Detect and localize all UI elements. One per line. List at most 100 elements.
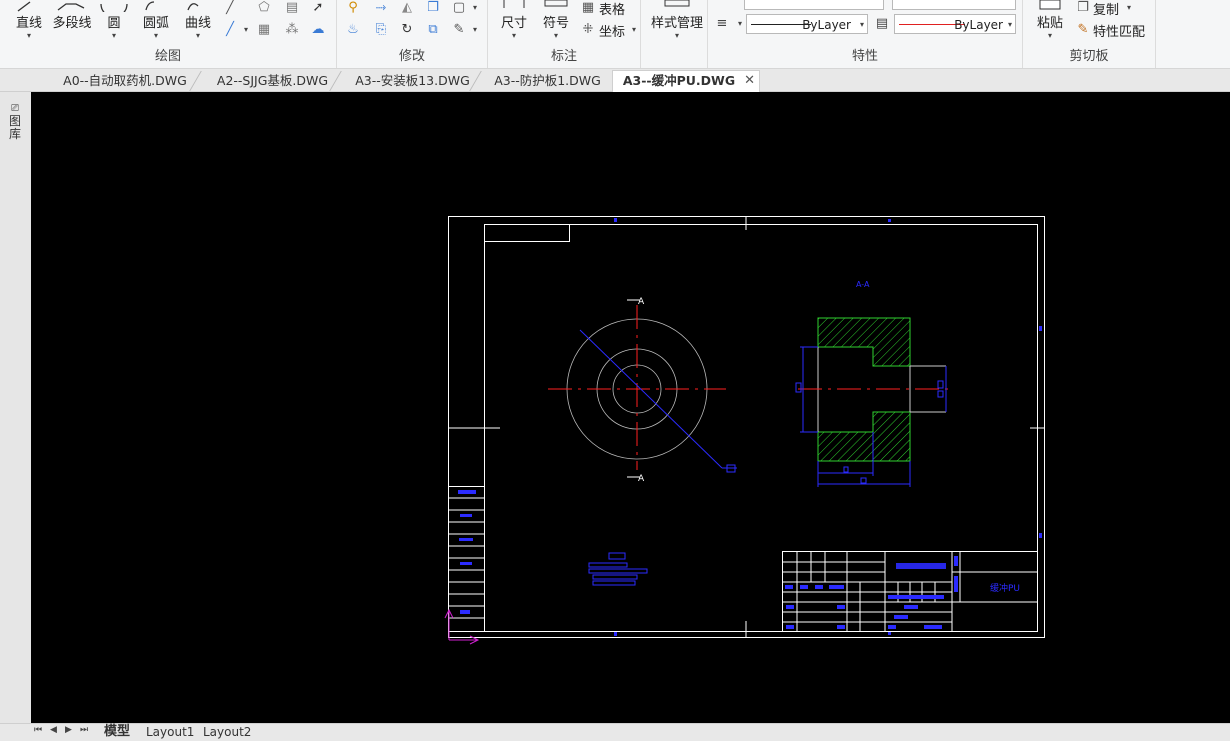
match-properties-label[interactable]: 特性匹配 — [1093, 21, 1145, 40]
table-label[interactable]: 表格 — [599, 0, 625, 18]
dim-text-right — [937, 380, 944, 389]
tab-model[interactable]: 模型 — [104, 724, 130, 740]
tab-auto-dispenser[interactable]: A0--自动取药机.DWG — [50, 71, 200, 91]
paste-dropdown-icon[interactable]: ▾ — [1031, 31, 1069, 41]
edit-icon[interactable]: ✎ — [451, 22, 467, 38]
linetype-combo[interactable]: ByLayer ▾ — [746, 14, 868, 34]
rectangle-dropdown-icon[interactable]: ▾ — [467, 0, 483, 16]
line-button[interactable]: 直线 ▾ — [10, 0, 48, 41]
boundary-icon[interactable]: ⁂ — [284, 22, 300, 38]
hatch-bottom — [817, 411, 911, 462]
tab-buffer-pu[interactable]: A3--缓冲PU.DWG ✕ — [612, 70, 760, 92]
tab-layout1[interactable]: Layout1 — [146, 724, 194, 740]
symbol-label: 符号 — [542, 16, 569, 31]
rotate-icon[interactable]: ↻ — [399, 22, 415, 38]
circle-button[interactable]: 圆 ▾ — [98, 0, 130, 41]
copy-label[interactable]: 复制 — [1093, 0, 1119, 18]
construction-line-icon[interactable]: ╱ — [222, 22, 238, 38]
trim-icon[interactable]: ⤑ — [373, 0, 389, 16]
ray-icon[interactable]: ➚ — [310, 0, 326, 16]
color-combo[interactable] — [744, 0, 884, 10]
array-icon[interactable]: ⧉ — [425, 22, 441, 38]
border-marks — [614, 218, 1042, 636]
arc-button[interactable]: 圆弧 ▾ — [138, 0, 174, 41]
circle-icon — [98, 0, 130, 18]
tab-layout2[interactable]: Layout2 — [203, 724, 251, 740]
lineweight-value: ByLayer — [954, 18, 1003, 32]
line-dropdown-icon[interactable]: ▾ — [10, 31, 48, 41]
next-layout-icon[interactable]: ▶ — [65, 725, 72, 735]
dim-text-left — [795, 382, 802, 393]
copy-icon[interactable]: ❐ — [1075, 0, 1091, 16]
clipboard-group: 粘贴 ▾ ❐ 复制 ▾ ✎ 特性匹配 剪切板 — [1023, 0, 1156, 68]
tab-guard-plate[interactable]: A3--防护板1.DWG — [485, 71, 610, 91]
ucs-icon — [444, 608, 480, 645]
drawing-svg[interactable]: A A A-A 缓冲PU — [31, 92, 1230, 723]
move-icon[interactable]: ⚲ — [345, 0, 361, 16]
annotate-group: 尺寸 ▾ 符号 ▾ ▦ 表格 ⁜ 坐标 ▾ 标注 — [488, 0, 641, 68]
dimension-label: 尺寸 — [500, 16, 527, 31]
curve-button[interactable]: 曲线 ▾ — [180, 0, 216, 41]
leader-line — [579, 329, 723, 469]
polyline-button[interactable]: 多段线 — [50, 0, 94, 31]
scale-icon[interactable]: ⎘ — [373, 22, 389, 38]
drawing-canvas[interactable]: A A A-A 缓冲PU — [31, 92, 1230, 723]
style-dropdown-icon[interactable]: ▾ — [647, 31, 707, 41]
linetype-scale-icon[interactable]: ▤ — [874, 16, 890, 32]
document-tabbar: A0--自动取药机.DWG A2--SJJG基板.DWG A3--安装板13.D… — [0, 69, 1230, 92]
style-group: 样式管理 ▾ — [641, 0, 708, 68]
paste-button[interactable]: 粘贴 ▾ — [1031, 0, 1069, 41]
dimension-button[interactable]: 尺寸 ▾ — [496, 0, 532, 41]
paste-label: 粘贴 — [1036, 16, 1063, 31]
revcloud-icon[interactable]: ☁ — [310, 22, 326, 38]
arc-icon — [138, 0, 174, 12]
region-icon[interactable]: ▤ — [284, 0, 300, 16]
title-block-name: 缓冲PU — [990, 582, 1020, 594]
style-manager-button[interactable]: 样式管理 ▾ — [647, 0, 707, 41]
arc-dropdown-icon[interactable]: ▾ — [138, 31, 174, 41]
layer-combo[interactable] — [892, 0, 1016, 10]
edit-dropdown-icon[interactable]: ▾ — [467, 22, 483, 38]
table-icon[interactable]: ▦ — [580, 0, 596, 16]
pen-icon[interactable]: ╱ — [222, 0, 238, 16]
hatch-icon[interactable]: ▦ — [256, 22, 272, 38]
mirror-icon[interactable]: ◭ — [399, 0, 415, 16]
shape-icon[interactable]: ⬠ — [256, 0, 272, 16]
arc-label: 圆弧 — [142, 16, 169, 31]
polyline-icon — [50, 0, 94, 12]
coordinate-label[interactable]: 坐标 — [599, 21, 625, 40]
draw-group-label: 绘图 — [154, 49, 181, 64]
tab-sjjg-base[interactable]: A2--SJJG基板.DWG — [205, 71, 340, 91]
sheet-inner-border — [484, 224, 1038, 632]
dimension-dropdown-icon[interactable]: ▾ — [496, 31, 532, 41]
construction-dropdown-icon[interactable]: ▾ — [238, 22, 254, 38]
copy-dropdown-icon[interactable]: ▾ — [1121, 0, 1137, 16]
layout-bar: ⏮ ◀ ▶ ⏭ 模型 Layout1 Layout2 — [0, 723, 1230, 741]
tab-mount-plate[interactable]: A3--安装板13.DWG — [345, 71, 480, 91]
close-icon[interactable]: ✕ — [744, 71, 755, 91]
symbol-button[interactable]: 符号 ▾ — [538, 0, 574, 41]
symbol-dropdown-icon[interactable]: ▾ — [538, 31, 574, 41]
symbol-icon — [538, 0, 574, 12]
stretch-icon[interactable]: ♨ — [345, 22, 361, 38]
lineweight-combo[interactable]: ByLayer ▾ — [894, 14, 1016, 34]
match-properties-icon[interactable]: ✎ — [1075, 22, 1091, 38]
coordinate-dropdown-icon[interactable]: ▾ — [626, 22, 642, 38]
first-layout-icon[interactable]: ⏮ — [34, 725, 42, 735]
curve-dropdown-icon[interactable]: ▾ — [180, 31, 216, 41]
cut-label-top: A — [638, 297, 645, 307]
copy-object-icon[interactable]: ❐ — [425, 0, 441, 16]
clipboard-group-label: 剪切板 — [1069, 49, 1109, 64]
lineweight-icon[interactable]: ≡ — [714, 16, 730, 32]
rectangle-icon[interactable]: ▢ — [451, 0, 467, 16]
style-manager-icon — [647, 0, 707, 12]
curve-icon — [180, 0, 216, 12]
coordinate-icon[interactable]: ⁜ — [580, 22, 596, 38]
cut-label-bottom: A — [638, 474, 645, 484]
style-manager-label: 样式管理 — [650, 16, 703, 31]
prev-layout-icon[interactable]: ◀ — [50, 725, 57, 735]
library-tab[interactable]: ⎚ 图库 — [8, 102, 22, 141]
circle-dropdown-icon[interactable]: ▾ — [98, 31, 130, 41]
tech-notes — [588, 552, 648, 586]
last-layout-icon[interactable]: ⏭ — [80, 725, 88, 735]
